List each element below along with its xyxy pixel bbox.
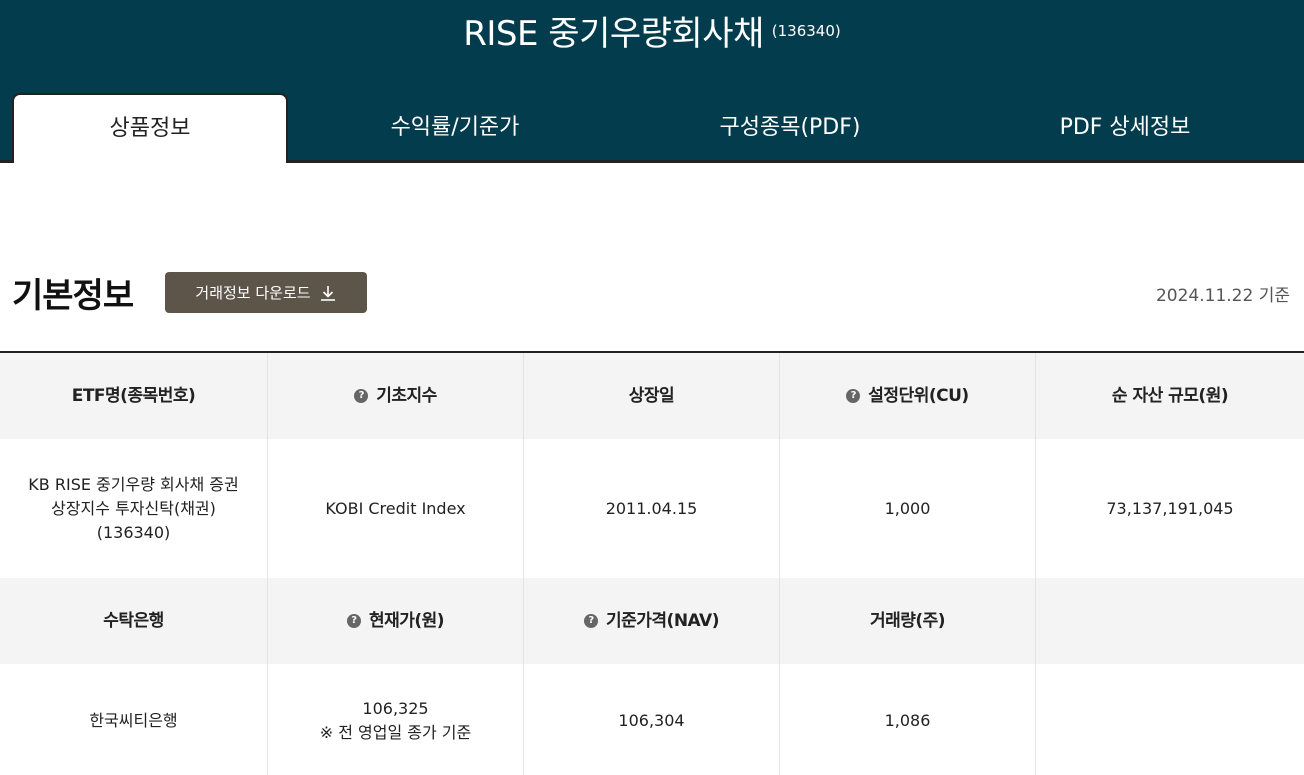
page-title: RISE 중기우량회사채 xyxy=(463,14,764,54)
header-net-assets: 순 자산 규모(원) xyxy=(1111,386,1229,406)
etf-name-cell: KB RISE 중기우량 회사채 증권 상장지수 투자신탁(채권) (13634… xyxy=(0,439,268,578)
tab-holdings-pdf[interactable]: 구성종목(PDF) xyxy=(662,93,918,163)
current-price-note: ※ 전 영업일 종가 기준 xyxy=(319,722,472,742)
header-volume: 거래량(주) xyxy=(780,578,1036,664)
table-row: 한국씨티은행 106,325 ※ 전 영업일 종가 기준 106,304 1,0… xyxy=(0,664,1304,775)
help-icon[interactable]: ? xyxy=(346,614,361,628)
net-assets-value: 73,137,191,045 xyxy=(1106,498,1234,518)
table-header-row: 수탁은행 ? 현재가(원) ? 기준가격(NAV) 거래량(주) xyxy=(0,578,1304,664)
header-custodian: 수탁은행 xyxy=(0,578,268,664)
page-header: RISE 중기우량회사채 (136340) 상품정보 수익률/기준가 구성종목(P… xyxy=(0,0,1304,163)
header-listing-date: 상장일 xyxy=(524,353,780,439)
header-nav: 기준가격(NAV) xyxy=(606,611,720,631)
download-label: 거래정보 다운로드 xyxy=(195,284,311,302)
etf-name-line: 상장지수 투자신탁(채권) xyxy=(51,498,216,518)
table-row: KB RISE 중기우량 회사채 증권 상장지수 투자신탁(채권) (13634… xyxy=(0,439,1304,578)
custodian-value: 한국씨티은행 xyxy=(0,664,268,775)
nav-value: 106,304 xyxy=(524,664,780,775)
header-cu-cell: ? 설정단위(CU) xyxy=(780,353,1036,439)
as-of-date: 2024.11.22 기준 xyxy=(1155,286,1290,306)
tab-returns-nav[interactable]: 수익률/기준가 xyxy=(327,93,583,163)
table-header-row: ETF명(종목번호) ? 기초지수 상장일 ? 설정단위(CU) 순 자산 규모… xyxy=(0,353,1304,439)
help-icon[interactable]: ? xyxy=(846,389,861,403)
title-wrap: RISE 중기우량회사채 (136340) xyxy=(0,6,1304,55)
tab-pdf-details[interactable]: PDF 상세정보 xyxy=(997,93,1253,163)
header-etf-name: ETF명(종목번호) xyxy=(0,353,268,439)
current-price-cell: 106,325 ※ 전 영업일 종가 기준 xyxy=(268,664,524,775)
header-current-price: 현재가(원) xyxy=(368,611,445,631)
section-title: 기본정보 xyxy=(12,276,134,316)
download-button[interactable]: 거래정보 다운로드 xyxy=(165,272,367,313)
tab-bar: 상품정보 수익률/기준가 구성종목(PDF) PDF 상세정보 xyxy=(0,93,1304,163)
creation-unit-value: 1,000 xyxy=(780,439,1036,578)
help-icon[interactable]: ? xyxy=(584,614,598,628)
header-index-cell: ? 기초지수 xyxy=(268,353,524,439)
basic-info-table: ETF명(종목번호) ? 기초지수 상장일 ? 설정단위(CU) 순 자산 규모… xyxy=(0,351,1304,775)
help-icon[interactable]: ? xyxy=(354,389,369,403)
etf-name-line: (136340) xyxy=(96,522,171,542)
header-price-cell: ? 현재가(원) xyxy=(268,578,524,664)
current-price-value: 106,325 xyxy=(362,698,429,718)
etf-name-line: KB RISE 중기우량 회사채 증권 xyxy=(28,474,239,494)
download-icon xyxy=(320,285,335,301)
header-empty xyxy=(1036,578,1304,664)
volume-value: 1,086 xyxy=(780,664,1036,775)
tab-product-info[interactable]: 상품정보 xyxy=(12,93,288,163)
listing-date-value: 2011.04.15 xyxy=(524,439,780,578)
empty-cell xyxy=(1036,664,1304,775)
header-nav-cell: ? 기준가격(NAV) xyxy=(524,578,780,664)
index-value: KOBI Credit Index xyxy=(268,439,524,578)
header-index: 기초지수 xyxy=(376,386,437,406)
header-creation-unit: 설정단위(CU) xyxy=(868,386,969,406)
product-code: (136340) xyxy=(771,21,841,40)
